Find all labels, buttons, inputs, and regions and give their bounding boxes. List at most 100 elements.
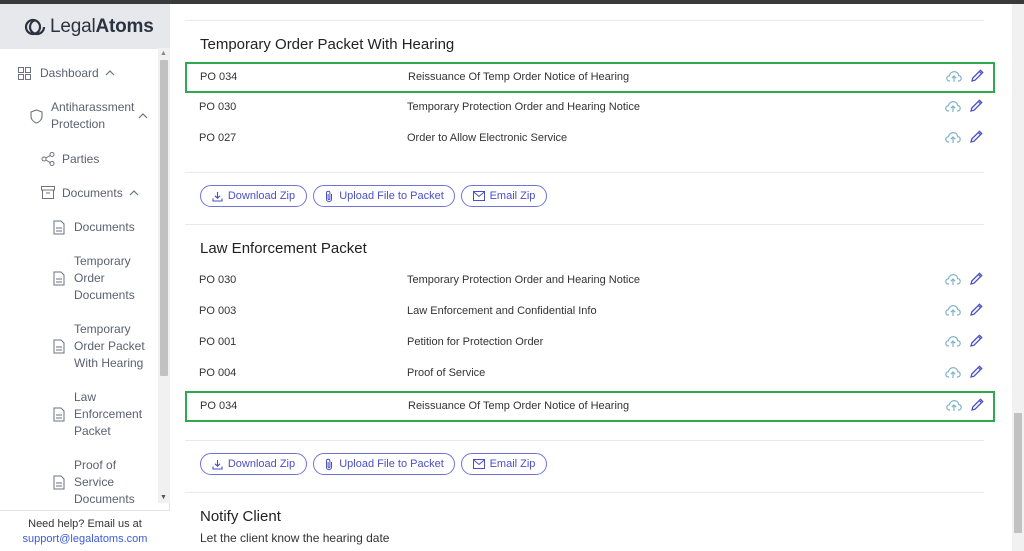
cloud-upload-icon[interactable] (945, 100, 961, 113)
document-code: PO 003 (199, 305, 237, 317)
file-icon (53, 220, 65, 235)
sidebar-item-dashboard[interactable]: Dashboard (18, 65, 148, 83)
help-footer: Need help? Email us at support@legalatom… (0, 510, 170, 551)
document-name[interactable]: Reissuance Of Temp Order Notice of Heari… (408, 71, 629, 83)
sidebar-item-antiharassment[interactable]: Antiharassment Protection (30, 99, 155, 135)
sidebar-item-law-enforcement-packet[interactable]: Law Enforcement Packet (53, 389, 153, 441)
sidebar-item-label-line2: Protection (51, 117, 106, 131)
pencil-icon[interactable] (969, 333, 983, 349)
table-row[interactable]: PO 030 Temporary Protection Order and He… (185, 93, 995, 124)
document-code: PO 004 (199, 367, 237, 379)
pencil-icon[interactable] (969, 129, 983, 145)
cloud-upload-icon[interactable] (945, 273, 961, 286)
document-name[interactable]: Proof of Service (407, 367, 485, 379)
download-icon (212, 459, 223, 470)
pencil-icon[interactable] (969, 98, 983, 114)
table-row[interactable]: PO 003 Law Enforcement and Confidential … (185, 297, 995, 328)
sidebar-item-proof-of-service[interactable]: Proof of Service Documents (53, 457, 153, 506)
divider (185, 492, 984, 493)
cloud-upload-icon[interactable] (945, 131, 961, 144)
button-label: Email Zip (489, 190, 536, 202)
grid-icon (18, 67, 31, 80)
sidebar-item-label-line1: Temporary (74, 322, 131, 336)
document-name[interactable]: Reissuance Of Temp Order Notice of Heari… (408, 400, 629, 412)
upload-file-to-packet-button[interactable]: Upload File to Packet (313, 453, 455, 475)
document-code: PO 034 (200, 71, 238, 83)
scroll-up-arrow-icon[interactable]: ▲ (160, 50, 167, 57)
pencil-icon[interactable] (969, 302, 983, 318)
archive-icon (41, 186, 55, 199)
cloud-upload-icon[interactable] (946, 399, 962, 412)
sidebar-item-label: Parties (62, 152, 100, 166)
sidebar-item-label-line2: Order (74, 271, 105, 285)
document-name[interactable]: Law Enforcement and Confidential Info (407, 305, 597, 317)
divider (185, 224, 984, 225)
shield-icon (30, 109, 43, 124)
download-zip-button[interactable]: Download Zip (200, 453, 307, 475)
sidebar-item-label-line3: Packet (74, 424, 111, 438)
chevron-up-icon[interactable] (129, 189, 139, 197)
email-zip-button[interactable]: Email Zip (461, 453, 547, 475)
scroll-down-arrow-icon[interactable]: ▼ (160, 494, 167, 501)
sidebar-item-label: Documents (62, 186, 123, 200)
sidebar-item-label-line2: Order Packet (74, 339, 145, 353)
chevron-up-icon[interactable] (138, 112, 148, 120)
sidebar-item-temporary-order-packet[interactable]: Temporary Order Packet With Hearing (53, 321, 153, 373)
button-label: Email Zip (489, 458, 536, 470)
sidebar-item-label-line1: Temporary (74, 254, 131, 268)
table-row[interactable]: PO 034 Reissuance Of Temp Order Notice o… (185, 62, 995, 93)
document-name[interactable]: Petition for Protection Order (407, 336, 543, 348)
pencil-icon[interactable] (969, 364, 983, 380)
sidebar-item-temporary-order-documents[interactable]: Temporary Order Documents (53, 253, 153, 305)
logo-text-light: Legal (50, 15, 96, 37)
sidebar-item-documents[interactable]: Documents (53, 219, 153, 237)
cloud-upload-icon[interactable] (945, 304, 961, 317)
cloud-upload-icon[interactable] (945, 335, 961, 348)
document-code: PO 030 (199, 101, 237, 113)
table-row[interactable]: PO 030 Temporary Protection Order and He… (185, 266, 995, 297)
cloud-upload-icon[interactable] (945, 366, 961, 379)
paperclip-icon (326, 458, 333, 470)
divider (185, 440, 984, 441)
chevron-up-icon[interactable] (105, 69, 115, 77)
sidebar-item-documents-group[interactable]: Documents (41, 185, 151, 203)
table-row[interactable]: PO 004 Proof of Service (185, 359, 995, 390)
document-name[interactable]: Temporary Protection Order and Hearing N… (407, 101, 640, 113)
document-code: PO 027 (199, 132, 237, 144)
table-row[interactable]: PO 001 Petition for Protection Order (185, 328, 995, 359)
pencil-icon[interactable] (969, 271, 983, 287)
logo[interactable]: LegalAtoms (0, 4, 170, 49)
upload-file-to-packet-button[interactable]: Upload File to Packet (313, 185, 455, 207)
document-name[interactable]: Order to Allow Electronic Service (407, 132, 567, 144)
sidebar-item-label-line2: Service (74, 475, 115, 489)
email-zip-button[interactable]: Email Zip (461, 185, 547, 207)
logo-text-bold: Atoms (95, 15, 154, 37)
divider (185, 20, 984, 21)
sidebar-item-label-line3: Documents (74, 492, 135, 506)
sidebar-nav: Dashboard Antiharassment Protection Part… (0, 54, 158, 506)
file-icon (53, 339, 65, 354)
sidebar-item-label-line3: Documents (74, 288, 135, 302)
sidebar-item-parties[interactable]: Parties (41, 151, 151, 169)
button-label: Upload File to Packet (339, 190, 444, 202)
notify-client-subtitle: Let the client know the hearing date (200, 531, 390, 545)
sidebar-item-label-line1: Proof of (74, 458, 117, 472)
table-row[interactable]: PO 027 Order to Allow Electronic Service (185, 124, 995, 155)
pencil-icon[interactable] (970, 397, 984, 413)
main-scrollbar-thumb[interactable] (1014, 413, 1022, 533)
download-zip-button[interactable]: Download Zip (200, 185, 307, 207)
sidebar-item-label-line1: Antiharassment (51, 100, 135, 114)
sidebar-item-label: Documents (74, 220, 135, 234)
sidebar-item-label-line3: With Hearing (74, 356, 144, 370)
file-icon (53, 407, 65, 422)
sidebar-item-label-line2: Enforcement (74, 407, 143, 421)
support-email-link[interactable]: support@legalatoms.com (0, 532, 170, 547)
mail-icon (472, 191, 485, 201)
pencil-icon[interactable] (970, 68, 984, 84)
sidebar-scrollbar-thumb[interactable] (160, 60, 168, 376)
mail-icon (472, 459, 485, 469)
table-row[interactable]: PO 034 Reissuance Of Temp Order Notice o… (185, 391, 995, 422)
document-name[interactable]: Temporary Protection Order and Hearing N… (407, 274, 640, 286)
cloud-upload-icon[interactable] (946, 70, 962, 83)
share-icon (41, 152, 55, 166)
